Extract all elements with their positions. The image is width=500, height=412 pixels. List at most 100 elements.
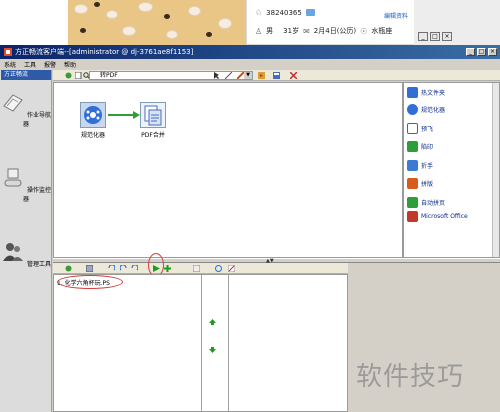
profile-details-row: ♙ 男 31岁 ✉ 2月4日(公历) ☉ 水瓶座 bbox=[255, 26, 392, 36]
palette-item-imposition[interactable]: 折手 bbox=[407, 160, 433, 171]
palette-item-layout[interactable]: 拼版 bbox=[407, 178, 433, 189]
background-window-buttons: _ □ × bbox=[418, 32, 454, 41]
palette-item-trapping[interactable]: 陷印 bbox=[407, 141, 433, 152]
stop-icon[interactable] bbox=[131, 265, 138, 272]
menu-alarm[interactable]: 报警 bbox=[44, 60, 56, 69]
navigator-icon bbox=[3, 94, 23, 112]
sync-icon[interactable] bbox=[215, 265, 222, 272]
palette-label: 陷印 bbox=[421, 144, 434, 151]
palette-item-normalizer[interactable]: 规范化器 bbox=[407, 104, 445, 115]
bell-icon: ♘ bbox=[255, 8, 263, 17]
imposition-icon bbox=[407, 160, 418, 171]
node-label-pdf-merge: PDF合并 bbox=[141, 132, 165, 139]
normalizer-icon bbox=[407, 104, 418, 115]
job-highlight-circle bbox=[57, 275, 123, 289]
job-info-icon[interactable] bbox=[193, 265, 200, 272]
job-row[interactable]: 1. 化学六角杯玩.PS bbox=[57, 275, 123, 289]
menu-system[interactable]: 系统 bbox=[4, 60, 16, 69]
refresh-jobs-icon[interactable] bbox=[65, 265, 72, 272]
edit-profile-link[interactable]: 编辑资料 bbox=[384, 11, 408, 20]
maximize-button[interactable]: □ bbox=[477, 48, 486, 56]
birthday: 2月4日(公历) bbox=[313, 27, 357, 35]
node-label-normalizer: 规范化器 bbox=[80, 132, 105, 139]
menu-help[interactable]: 帮助 bbox=[64, 60, 76, 69]
refresh-icon[interactable] bbox=[65, 72, 72, 79]
hot-folder-icon bbox=[407, 87, 418, 98]
profile-popup: ♘ 38240365 编辑资料 ♙ 男 31岁 ✉ 2月4日(公历) ☉ 水瓶座 bbox=[246, 0, 414, 45]
nav-item-admin[interactable]: 管理工具 bbox=[0, 241, 52, 268]
delete-icon[interactable] bbox=[290, 72, 297, 79]
desktop-wallpaper bbox=[68, 0, 246, 45]
person-icon: ♙ bbox=[255, 26, 263, 36]
window-title: 方正畅流客户端--[administrator @ dj-3761ae8f115… bbox=[15, 48, 194, 56]
palette-item-hot-folder[interactable]: 热文件夹 bbox=[407, 87, 445, 98]
qq-number: 38240365 bbox=[266, 8, 302, 17]
palette-item-auto-impose[interactable]: 自动拼页 bbox=[407, 197, 445, 208]
monitor-icon bbox=[4, 168, 22, 187]
zodiac: 水瓶座 bbox=[371, 27, 393, 35]
palette-label: 规范化器 bbox=[421, 107, 446, 114]
layout-icon bbox=[407, 178, 418, 189]
nav-label-navigator: 作业导航器 bbox=[22, 112, 51, 128]
redo-icon[interactable] bbox=[120, 265, 127, 272]
workflow-select-value: 转PDF bbox=[100, 72, 118, 79]
qq-number-row: ♘ 38240365 bbox=[255, 8, 315, 17]
minimize-icon[interactable]: _ bbox=[418, 32, 428, 41]
job-list[interactable]: 1. 化学六角杯玩.PS bbox=[53, 274, 348, 412]
watermark-text: 软件技巧 bbox=[356, 362, 465, 392]
connection-arrow bbox=[108, 111, 140, 119]
palette-item-office[interactable]: Microsoft Office bbox=[407, 211, 468, 222]
save-icon[interactable] bbox=[273, 72, 280, 79]
column-divider bbox=[228, 275, 229, 411]
pointer-icon[interactable] bbox=[213, 72, 220, 79]
office-icon bbox=[407, 211, 418, 222]
workflow-node-normalizer[interactable] bbox=[80, 102, 106, 128]
left-nav-header: 方正畅流 bbox=[1, 70, 51, 80]
new-workflow-icon[interactable] bbox=[75, 72, 82, 79]
palette-label: Microsoft Office bbox=[421, 213, 468, 220]
job-properties-icon[interactable] bbox=[86, 265, 93, 272]
palette-scrollbar[interactable] bbox=[492, 83, 499, 257]
normalizer-icon bbox=[84, 106, 102, 124]
palette-label: 拼版 bbox=[421, 181, 434, 188]
close-icon[interactable]: × bbox=[442, 32, 452, 41]
app-logo-icon bbox=[4, 48, 12, 56]
pdf-merge-icon bbox=[144, 105, 162, 126]
move-down-arrow-icon[interactable] bbox=[209, 347, 216, 353]
workflow-node-pdf-merge[interactable] bbox=[140, 102, 166, 128]
processor-palette: 热文件夹 规范化器 预飞 陷印 折手 拼版 自动拼页 Microsoft Off… bbox=[403, 82, 500, 258]
palette-label: 折手 bbox=[421, 163, 434, 170]
chevron-down-icon[interactable]: ▼ bbox=[244, 72, 252, 79]
menu-bar: 系统 工具 报警 帮助 bbox=[0, 59, 500, 69]
workflow-canvas[interactable]: 规范化器 PDF合并 bbox=[53, 82, 403, 258]
nav-label-monitor: 操作监控器 bbox=[22, 187, 51, 203]
palette-label: 预飞 bbox=[421, 126, 434, 133]
workflow-toolbar: 转PDF ▼ bbox=[53, 70, 500, 81]
add-job-icon[interactable] bbox=[164, 265, 171, 272]
move-up-arrow-icon[interactable] bbox=[209, 319, 216, 325]
pencil-icon[interactable] bbox=[237, 72, 244, 79]
menu-tools[interactable]: 工具 bbox=[24, 60, 36, 69]
undo-icon[interactable] bbox=[108, 265, 115, 272]
close-button[interactable]: × bbox=[488, 48, 497, 56]
submit-icon[interactable] bbox=[258, 72, 265, 79]
minimize-button[interactable]: _ bbox=[466, 48, 475, 56]
remove-icon[interactable] bbox=[228, 265, 235, 272]
job-toolbar bbox=[53, 253, 348, 277]
auto-impose-icon bbox=[407, 197, 418, 208]
nav-item-monitor[interactable]: 操作监控器 bbox=[0, 167, 52, 203]
palette-label: 热文件夹 bbox=[421, 90, 446, 97]
admin-tools-icon bbox=[3, 243, 24, 261]
connector-icon[interactable] bbox=[225, 72, 232, 79]
gender: 男 bbox=[266, 27, 274, 35]
nav-item-navigator[interactable]: 作业导航器 bbox=[0, 92, 52, 128]
trapping-icon bbox=[407, 141, 418, 152]
age: 31岁 bbox=[283, 27, 300, 35]
title-bar[interactable]: 方正畅流客户端--[administrator @ dj-3761ae8f115… bbox=[0, 45, 500, 59]
palette-item-preflight[interactable]: 预飞 bbox=[407, 123, 433, 134]
maximize-icon[interactable]: □ bbox=[430, 32, 440, 41]
left-nav-panel: 方正畅流 作业导航器 操作监控器 管理工具 bbox=[0, 70, 52, 412]
preflight-icon bbox=[407, 123, 418, 134]
nav-label-admin: 管理工具 bbox=[26, 261, 51, 268]
star-sign-icon: ☉ bbox=[360, 26, 368, 36]
